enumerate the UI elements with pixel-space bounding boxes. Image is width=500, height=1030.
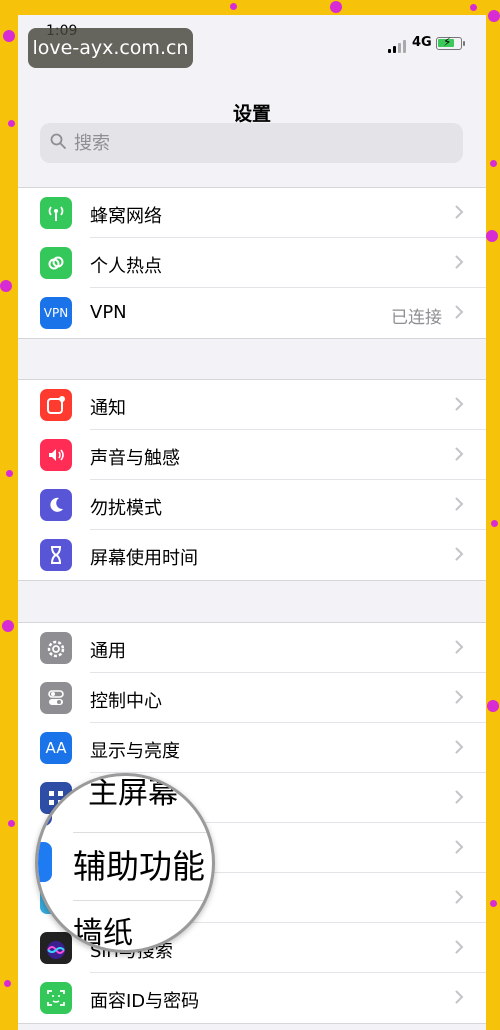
antenna-icon <box>40 197 72 229</box>
settings-screen: 1:09 4G ⚡ 设置 蜂窝网络个人热点VPNVPN已连接 通知声音与触感勿扰… <box>18 15 486 1030</box>
chevron-right-icon <box>455 305 464 319</box>
settings-group-network: 蜂窝网络个人热点 VPN VPN 已连接 <box>18 187 486 339</box>
display-icon: AA <box>40 732 72 764</box>
home-screen-icon <box>38 786 52 826</box>
settings-row-label: 屏幕使用时间 <box>90 548 198 569</box>
settings-row-label: 控制中心 <box>90 691 162 712</box>
settings-row[interactable]: 通知 <box>18 380 486 430</box>
search-icon <box>50 133 66 149</box>
magnified-wallpaper-label: 墙纸 <box>73 916 133 951</box>
chevron-right-icon <box>455 840 464 854</box>
siri-icon <box>40 932 72 964</box>
toggles-icon <box>40 682 72 714</box>
signal-icon <box>388 39 410 53</box>
settings-row-label: 通用 <box>90 641 126 662</box>
chevron-right-icon <box>455 497 464 511</box>
chevron-right-icon <box>455 790 464 804</box>
settings-row-label: 声音与触感 <box>90 448 180 469</box>
chevron-right-icon <box>455 940 464 954</box>
settings-row-label: 个人热点 <box>90 256 162 277</box>
search-input[interactable] <box>74 123 444 163</box>
settings-row[interactable]: AA 显示与亮度 <box>18 723 486 773</box>
speaker-icon <box>40 439 72 471</box>
notification-icon <box>40 389 72 421</box>
chevron-right-icon <box>455 447 464 461</box>
hotspot-icon <box>40 247 72 279</box>
accessibility-icon <box>38 842 52 882</box>
settings-row-label: VPN <box>90 302 127 323</box>
chevron-right-icon <box>455 547 464 561</box>
chevron-right-icon <box>455 740 464 754</box>
chevron-right-icon <box>455 255 464 269</box>
settings-row-label: 面容ID与密码 <box>90 991 200 1012</box>
settings-row[interactable]: 面容ID与密码 <box>18 973 486 1023</box>
page-title: 设置 <box>232 103 271 125</box>
settings-row[interactable]: 蜂窝网络 <box>18 188 486 238</box>
settings-row-label: 通知 <box>90 398 126 419</box>
settings-row-label: 勿扰模式 <box>90 498 162 519</box>
settings-row-label: 蜂窝网络 <box>90 206 162 227</box>
moon-icon <box>40 489 72 521</box>
chevron-right-icon <box>455 890 464 904</box>
settings-row[interactable]: 屏幕使用时间 <box>18 530 486 580</box>
battery-icon: ⚡ <box>436 35 465 50</box>
magnified-accessibility-label: 辅助功能 <box>73 847 205 886</box>
settings-row-value: 已连接 <box>391 308 442 328</box>
settings-row[interactable]: 通用 <box>18 623 486 673</box>
chevron-right-icon <box>455 397 464 411</box>
settings-row[interactable]: VPN VPN 已连接 <box>18 288 486 338</box>
settings-row[interactable]: 勿扰模式 <box>18 480 486 530</box>
watermark: love-ayx.com.cn <box>28 28 193 68</box>
chevron-right-icon <box>455 990 464 1004</box>
settings-row[interactable]: 个人热点 <box>18 238 486 288</box>
network-type: 4G <box>412 35 432 50</box>
gear-icon <box>40 632 72 664</box>
hourglass-icon <box>40 539 72 571</box>
magnifier-overlay: 主屏幕 辅助功能 墙纸 <box>35 773 215 953</box>
settings-row[interactable]: 控制中心 <box>18 673 486 723</box>
magnified-home-screen-label: 主屏幕 <box>88 776 178 811</box>
vpn-icon: VPN <box>40 297 72 329</box>
search-bar[interactable] <box>40 123 463 163</box>
face-id-icon <box>40 982 72 1014</box>
chevron-right-icon <box>455 640 464 654</box>
settings-group-notifications: 通知声音与触感勿扰模式屏幕使用时间 <box>18 379 486 581</box>
settings-row-label: 显示与亮度 <box>90 741 180 762</box>
chevron-right-icon <box>455 690 464 704</box>
settings-row[interactable]: 声音与触感 <box>18 430 486 480</box>
chevron-right-icon <box>455 205 464 219</box>
